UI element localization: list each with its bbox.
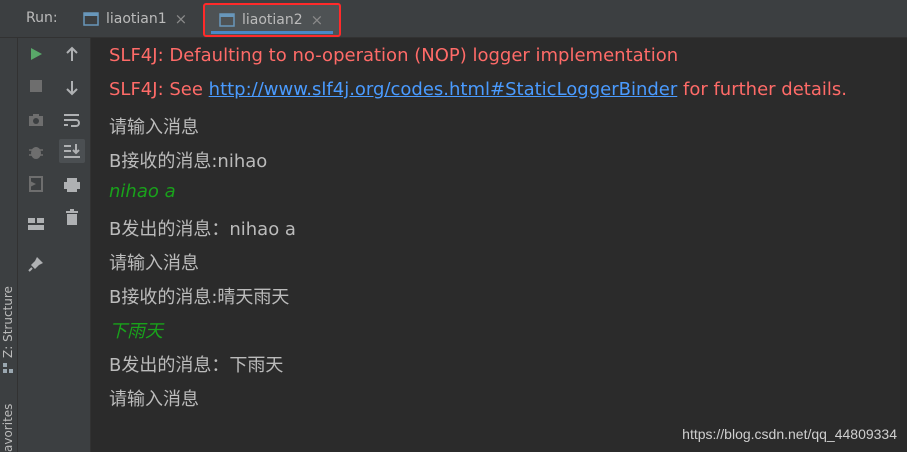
exit-button[interactable] xyxy=(23,172,49,196)
debug-button[interactable] xyxy=(23,140,49,164)
active-tab-indicator xyxy=(211,31,333,34)
slf4j-codes-link[interactable]: http://www.slf4j.org/codes.html#StaticLo… xyxy=(209,79,678,100)
close-icon[interactable]: × xyxy=(175,10,188,28)
scroll-to-end-icon xyxy=(64,144,80,158)
run-tab-bar: Run: liaotian1 × liaotian2 × xyxy=(0,0,907,38)
run-tool-window: Run: liaotian1 × liaotian2 × Z: Structur… xyxy=(0,0,907,452)
console-line-error: SLF4J: See http://www.slf4j.org/codes.ht… xyxy=(109,79,847,100)
structure-tool-label[interactable]: Z: Structure xyxy=(1,286,15,358)
print-button[interactable] xyxy=(59,173,85,197)
scroll-to-end-button[interactable] xyxy=(59,139,85,163)
soft-wrap-button[interactable] xyxy=(59,108,85,132)
console-line-user-input: 下雨天 xyxy=(109,321,163,342)
favorites-tool-label[interactable]: avorites xyxy=(1,404,15,452)
console-output[interactable]: SLF4J: Defaulting to no-operation (NOP) … xyxy=(91,38,907,452)
clear-all-button[interactable] xyxy=(59,205,85,229)
arrow-up-icon xyxy=(66,46,78,61)
error-text: for further details. xyxy=(677,79,847,100)
tab-liaotian2[interactable]: liaotian2 × xyxy=(203,3,341,37)
stop-button[interactable] xyxy=(23,74,49,98)
console-line-error: SLF4J: Defaulting to no-operation (NOP) … xyxy=(109,45,679,66)
rerun-button[interactable] xyxy=(23,42,49,66)
run-actions-column xyxy=(18,38,54,452)
soft-wrap-icon xyxy=(64,114,80,127)
run-label: Run: xyxy=(26,10,58,26)
console-tab-icon xyxy=(83,11,99,26)
console-line-output: 请输入消息 xyxy=(109,117,199,138)
console-actions-column xyxy=(54,38,91,452)
console-line-output: 请输入消息 xyxy=(109,389,199,410)
console-line-output: B发出的消息：下雨天 xyxy=(109,355,284,376)
structure-icon xyxy=(3,363,13,373)
error-text: SLF4J: See xyxy=(109,79,209,100)
close-icon[interactable]: × xyxy=(311,11,324,29)
layout-button[interactable] xyxy=(23,212,49,236)
tab-label: liaotian2 xyxy=(242,12,303,28)
trash-icon xyxy=(66,209,78,225)
side-tool-strip: Z: Structure avorites xyxy=(0,38,18,452)
scroll-down-button[interactable] xyxy=(59,76,85,100)
watermark: https://blog.csdn.net/qq_44809334 xyxy=(682,426,897,442)
tab-label: liaotian1 xyxy=(106,10,167,27)
tab-liaotian1[interactable]: liaotian1 × xyxy=(83,0,187,37)
printer-icon xyxy=(64,178,80,192)
pin-icon xyxy=(28,257,43,272)
bug-icon xyxy=(29,147,43,159)
console-tab-icon xyxy=(219,13,235,27)
play-icon xyxy=(31,48,42,60)
console-line-output: B接收的消息:晴天雨天 xyxy=(109,287,290,308)
console-line-output: B发出的消息：nihao a xyxy=(109,219,296,240)
scroll-up-button[interactable] xyxy=(59,42,85,66)
camera-icon xyxy=(29,114,43,126)
stop-icon xyxy=(30,80,42,92)
pin-tab-button[interactable] xyxy=(23,252,49,276)
layout-icon xyxy=(28,218,44,230)
arrow-down-icon xyxy=(66,81,78,96)
exit-icon xyxy=(29,176,43,192)
dump-threads-button[interactable] xyxy=(23,108,49,132)
console-line-output: B接收的消息:nihao xyxy=(109,151,268,172)
console-line-user-input: nihao a xyxy=(109,181,176,202)
console-line-output: 请输入消息 xyxy=(109,253,199,274)
